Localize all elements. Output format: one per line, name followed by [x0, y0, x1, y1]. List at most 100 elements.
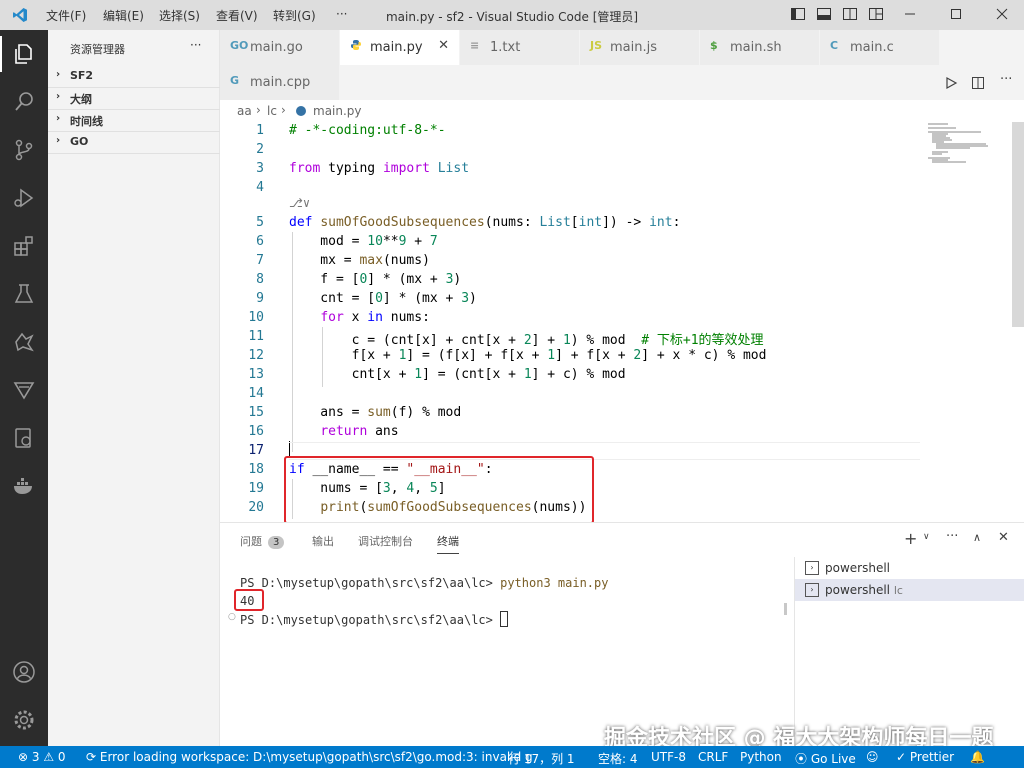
tab-debug-console[interactable]: 调试控制台 [358, 533, 413, 549]
code-line: f = [0] * (mx + 3) [289, 272, 462, 287]
active-indicator [0, 36, 2, 72]
close-panel-icon[interactable]: ✕ [998, 530, 1009, 545]
chevron-down-icon[interactable]: ∨ [923, 532, 930, 542]
go-icon: GO [230, 39, 249, 52]
close-tab-icon[interactable]: ✕ [438, 38, 449, 53]
extensions-icon[interactable] [12, 234, 36, 258]
testing-icon[interactable] [12, 282, 36, 306]
code-line: f[x + 1] = (f[x] + f[x + 1] + f[x + 2] +… [289, 348, 767, 363]
language-status[interactable]: Python [740, 750, 782, 764]
code-editor[interactable]: 1 2 3 4 5 6 7 8 9 10 11 12 13 14 15 16 17 18 19 20 # -*-cod… [220, 122, 920, 522]
terminal-list-item[interactable]: › powershell lc [795, 579, 1024, 601]
tab-terminal[interactable]: 终端 [437, 533, 459, 554]
breadcrumb-item[interactable]: aa [237, 104, 252, 118]
menu-go[interactable]: 转到(G) [273, 7, 316, 24]
tab-main-js[interactable]: JS main.js [580, 30, 700, 65]
minimize-icon[interactable] [902, 6, 918, 22]
editor-more-actions-icon[interactable]: ··· [1000, 72, 1012, 87]
sidebar-more-button[interactable]: ··· [190, 38, 201, 52]
chevron-right-icon: › [56, 91, 61, 102]
code-line: # -*-coding:utf-8-*- [289, 123, 446, 138]
tab-1-txt[interactable]: ≡ 1.txt [460, 30, 580, 65]
terminal-icon: › [805, 583, 819, 597]
containers-icon[interactable] [12, 426, 36, 450]
account-icon[interactable] [12, 660, 36, 684]
maximize-icon[interactable] [948, 6, 964, 22]
line-number: 8 [256, 272, 264, 287]
settings-gear-icon[interactable] [12, 708, 36, 732]
cursor-position-status[interactable]: 行 17，列 1 [508, 750, 575, 767]
explorer-icon[interactable] [12, 42, 36, 66]
highlight-annotation-box [234, 589, 264, 611]
tab-main-cpp[interactable]: Gmain.cpp [220, 65, 340, 100]
minimap[interactable] [926, 122, 998, 182]
tab-main-go[interactable]: GO main.go [220, 30, 340, 65]
terminal-line[interactable]: PS D:\mysetup\gopath\src\sf2\aa\lc> [240, 611, 509, 627]
bottom-panel: 问题 3 输出 调试控制台 终端 + ∨ ··· ∧ ✕ PS D:\mysetu… [220, 522, 1024, 747]
tab-main-c[interactable]: Cmain.c [820, 30, 940, 65]
go-live-status[interactable]: ⦿ Go Live [795, 750, 856, 767]
indentation-status[interactable]: 空格: 4 [598, 750, 638, 767]
breadcrumb-item[interactable]: main.py [313, 104, 362, 118]
text-file-icon: ≡ [470, 39, 480, 52]
editor-tabs: GO main.go main.py ✕ ≡ 1.txt JS main.js $ mai… [220, 30, 1024, 100]
menu-view[interactable]: 查看(V) [216, 7, 258, 24]
toggle-panel-icon[interactable] [816, 6, 832, 22]
code-line: mod = 10**9 + 7 [289, 234, 438, 249]
toggle-secondary-sidebar-icon[interactable] [842, 6, 858, 22]
line-number: 13 [248, 367, 264, 382]
breadcrumb-item[interactable]: lc [267, 104, 277, 118]
code-line: return ans [320, 424, 399, 439]
problems-status[interactable]: ⊗ 3 ⚠ 0 [18, 750, 66, 764]
panel-more-actions-icon[interactable]: ··· [946, 529, 958, 544]
menu-selection[interactable]: 选择(S) [159, 7, 200, 24]
notifications-icon[interactable]: 🔔 [970, 750, 985, 764]
run-file-icon[interactable] [944, 76, 958, 90]
close-window-icon[interactable] [994, 6, 1010, 22]
split-editor-icon[interactable] [971, 76, 985, 90]
javascript-icon: JS [590, 39, 603, 52]
eol-status[interactable]: CRLF [698, 750, 728, 764]
line-number: 18 [248, 462, 264, 477]
code-line: c = (cnt[x] + cnt[x + 2] + 1) % mod # 下标… [289, 333, 764, 348]
problems-count-badge: 3 [268, 536, 285, 549]
menu-file[interactable]: 文件(F) [46, 7, 86, 24]
chevron-right-icon: › [56, 113, 61, 124]
sidebar-section-outline[interactable]: › 大纲 [48, 87, 220, 110]
remote-explorer-icon[interactable] [12, 330, 36, 354]
highlight-annotation-box [284, 456, 594, 522]
title-bar: 文件(F) 编辑(E) 选择(S) 查看(V) 转到(G) ··· main.p… [0, 0, 1024, 30]
line-number: 16 [248, 424, 264, 439]
tab-problems[interactable]: 问题 3 [240, 533, 285, 549]
codelens-icon[interactable]: ⎇∨ [289, 196, 310, 210]
terminal-list-item[interactable]: › powershell [795, 557, 1024, 579]
new-terminal-icon[interactable]: + [904, 529, 917, 548]
toggle-sidebar-icon[interactable] [790, 6, 806, 22]
copilot-icon[interactable]: ☺ [866, 750, 879, 764]
encoding-status[interactable]: UTF-8 [651, 750, 686, 764]
code-line: from typing import List [289, 161, 470, 176]
workspace-error-status[interactable]: ⟳ Error loading workspace: D:\mysetup\go… [86, 750, 533, 764]
sidebar-section-go[interactable]: › GO [48, 131, 220, 154]
terminal-scrollbar[interactable] [784, 603, 787, 615]
run-debug-icon[interactable] [12, 186, 36, 210]
maximize-panel-icon[interactable]: ∧ [973, 531, 981, 544]
sidebar-section-sf2[interactable]: › SF2 [48, 65, 220, 88]
prettier-status[interactable]: ✓ Prettier [896, 750, 954, 764]
sidebar-title: 资源管理器 [70, 43, 125, 56]
tab-main-py[interactable]: main.py ✕ [340, 30, 460, 65]
source-control-icon[interactable] [12, 138, 36, 162]
gitlens-icon[interactable] [12, 378, 36, 402]
editor-scrollbar[interactable] [1012, 122, 1024, 327]
line-number: 17 [248, 443, 264, 458]
tab-main-sh[interactable]: $ main.sh [700, 30, 820, 65]
code-line: for x in nums: [320, 310, 430, 325]
search-icon[interactable] [12, 90, 36, 114]
menu-edit[interactable]: 编辑(E) [103, 7, 144, 24]
tab-output[interactable]: 输出 [312, 533, 334, 549]
docker-icon[interactable] [12, 474, 36, 498]
code-line: ans = sum(f) % mod [289, 405, 462, 420]
sidebar-section-timeline[interactable]: › 时间线 [48, 109, 220, 132]
menu-more[interactable]: ··· [336, 7, 347, 21]
customize-layout-icon[interactable] [868, 6, 884, 22]
